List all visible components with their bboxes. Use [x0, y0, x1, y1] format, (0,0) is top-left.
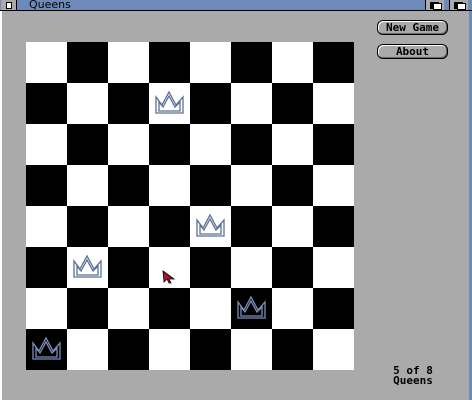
board-square[interactable]: [149, 124, 190, 165]
board-square[interactable]: [272, 42, 313, 83]
board-square[interactable]: [108, 124, 149, 165]
queens-window: Queens New Game About 5 of 8 Queens: [0, 0, 472, 400]
mouse-pointer-icon: [162, 270, 176, 284]
crown-icon: [73, 254, 102, 278]
board-square[interactable]: [190, 247, 231, 288]
board-square[interactable]: [231, 124, 272, 165]
board-square[interactable]: [272, 247, 313, 288]
crown-icon: [32, 336, 61, 360]
crown-icon: [196, 213, 225, 237]
queens-status: 5 of 8 Queens: [381, 365, 445, 387]
board-square[interactable]: [67, 247, 108, 288]
board-square[interactable]: [108, 165, 149, 206]
board-square[interactable]: [26, 206, 67, 247]
board-square[interactable]: [313, 42, 354, 83]
board-square[interactable]: [108, 42, 149, 83]
board-square[interactable]: [231, 288, 272, 329]
board-square[interactable]: [149, 83, 190, 124]
zoom-icon[interactable]: [425, 0, 444, 10]
board-square[interactable]: [26, 329, 67, 370]
board-square[interactable]: [67, 124, 108, 165]
board-square[interactable]: [272, 83, 313, 124]
board-square[interactable]: [108, 288, 149, 329]
board-square[interactable]: [231, 83, 272, 124]
board-square[interactable]: [190, 288, 231, 329]
board-square[interactable]: [231, 42, 272, 83]
board-square[interactable]: [108, 329, 149, 370]
board-square[interactable]: [272, 206, 313, 247]
board-square[interactable]: [190, 329, 231, 370]
close-icon[interactable]: [1, 0, 17, 10]
board-square[interactable]: [190, 42, 231, 83]
board-square[interactable]: [26, 165, 67, 206]
board-square[interactable]: [313, 124, 354, 165]
chess-board[interactable]: [26, 42, 354, 370]
board-square[interactable]: [272, 288, 313, 329]
board-square[interactable]: [313, 247, 354, 288]
board-square[interactable]: [190, 165, 231, 206]
board-square[interactable]: [67, 83, 108, 124]
window-title: Queens: [29, 0, 71, 11]
board-square[interactable]: [108, 247, 149, 288]
board-square[interactable]: [313, 206, 354, 247]
board-square[interactable]: [67, 206, 108, 247]
board-square[interactable]: [67, 288, 108, 329]
board-square[interactable]: [272, 329, 313, 370]
board-square[interactable]: [67, 42, 108, 83]
queens-label: Queens: [393, 374, 433, 387]
board-square[interactable]: [149, 288, 190, 329]
board-square[interactable]: [67, 165, 108, 206]
board-square[interactable]: [149, 165, 190, 206]
board-square[interactable]: [26, 247, 67, 288]
about-button[interactable]: About: [377, 44, 448, 59]
board-square[interactable]: [190, 206, 231, 247]
board-square[interactable]: [149, 206, 190, 247]
board-square[interactable]: [231, 206, 272, 247]
board-square[interactable]: [231, 329, 272, 370]
new-game-button[interactable]: New Game: [377, 20, 448, 35]
board-square[interactable]: [108, 83, 149, 124]
board-square[interactable]: [313, 165, 354, 206]
board-square[interactable]: [149, 42, 190, 83]
board-square[interactable]: [67, 329, 108, 370]
board-square[interactable]: [190, 124, 231, 165]
board-square[interactable]: [272, 124, 313, 165]
crown-icon: [155, 90, 184, 114]
title-bar[interactable]: Queens: [0, 0, 472, 11]
board-square[interactable]: [26, 42, 67, 83]
board-square[interactable]: [26, 288, 67, 329]
board-square[interactable]: [272, 165, 313, 206]
board-square[interactable]: [149, 329, 190, 370]
board-square[interactable]: [231, 165, 272, 206]
board-square[interactable]: [108, 206, 149, 247]
board-square[interactable]: [26, 83, 67, 124]
board-square[interactable]: [313, 329, 354, 370]
window-border-left: [0, 11, 2, 400]
board-square[interactable]: [190, 83, 231, 124]
board-square[interactable]: [26, 124, 67, 165]
board-square[interactable]: [313, 83, 354, 124]
depth-arrange-icon[interactable]: [449, 0, 468, 10]
board-square[interactable]: [231, 247, 272, 288]
crown-icon: [237, 295, 266, 319]
board-square[interactable]: [313, 288, 354, 329]
